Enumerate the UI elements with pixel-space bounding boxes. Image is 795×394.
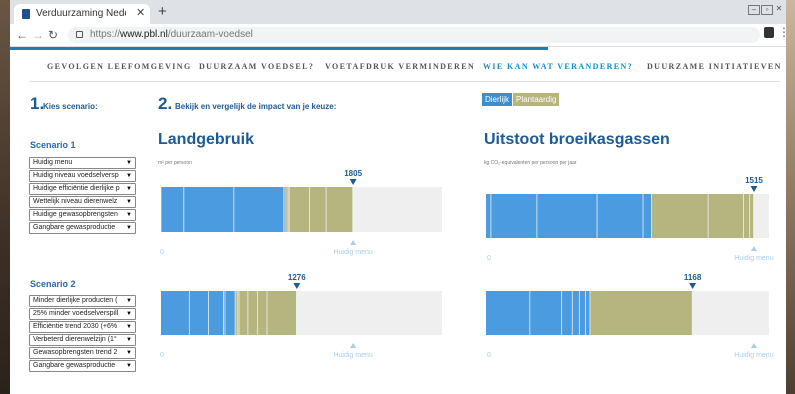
desktop-background-right	[786, 0, 795, 394]
bar-segment-plant	[708, 194, 744, 238]
browser-window: Verduurzaming Nederlands voed ✕ + – ▫ ✕ …	[10, 0, 786, 394]
bar-segment-animal	[223, 291, 225, 335]
bar-segment-animal	[486, 194, 491, 238]
axis-zero-label: 0	[487, 255, 491, 262]
bar-segment-animal	[491, 194, 537, 238]
total-marker	[349, 179, 357, 185]
close-window-icon[interactable]: ✕	[774, 5, 784, 13]
bar-segment-animal	[234, 187, 284, 232]
bar-segment-plant	[289, 187, 310, 232]
bar-segment-animal	[285, 187, 286, 232]
bar-segment-animal	[161, 187, 162, 232]
bar-segment-animal	[537, 194, 597, 238]
reference-label: Huidig menu	[734, 255, 773, 262]
bar-segment-animal	[225, 291, 235, 335]
browser-menu-icon[interactable]: ⋮	[778, 25, 786, 39]
bar-segment-animal	[184, 187, 234, 232]
reference-marker	[350, 240, 357, 245]
bar-segment-plant	[236, 291, 238, 335]
bar-segment-animal	[597, 194, 643, 238]
maximize-window-icon[interactable]: ▫	[761, 5, 773, 15]
reference-marker	[750, 343, 757, 348]
bar-segment-plant	[257, 291, 267, 335]
bar-segment-animal	[572, 291, 579, 335]
bar-segment-animal	[161, 291, 189, 335]
bar-segment-plant	[235, 291, 237, 335]
forward-icon[interactable]: →	[32, 28, 44, 42]
bar-segment-plant	[590, 291, 692, 335]
bar-segment-animal	[208, 291, 223, 335]
extension-icon[interactable]	[764, 27, 774, 38]
new-tab-icon[interactable]: +	[158, 4, 167, 20]
bar-segment-animal	[579, 291, 586, 335]
axis-zero-label: 0	[160, 249, 164, 256]
bar-segment-plant	[248, 291, 258, 335]
bar-segment-plant	[239, 291, 240, 335]
reference-marker	[750, 246, 757, 251]
bar-segment-plant	[286, 187, 287, 232]
bar-segment-plant	[287, 187, 289, 232]
tab-title: Verduurzaming Nederlands voed	[36, 8, 126, 19]
reload-icon[interactable]: ↻	[48, 28, 58, 42]
tab-strip: Verduurzaming Nederlands voed ✕ + – ▫ ✕	[10, 0, 786, 24]
bar-segment-plant	[750, 194, 754, 238]
bar-segment-plant	[286, 187, 288, 232]
url-field[interactable]: https://www.pbl.nl/duurzaam-voedsel	[68, 27, 760, 43]
axis-zero-label: 0	[487, 352, 491, 359]
total-value-label: 1805	[344, 169, 362, 178]
reference-label: Huidig menu	[333, 352, 372, 359]
total-marker	[689, 283, 697, 289]
bar-segment-plant	[326, 187, 353, 232]
desktop-background-left	[0, 0, 10, 394]
reference-label: Huidig menu	[734, 352, 773, 359]
bar-segment-animal	[585, 291, 590, 335]
bar-segment-plant	[239, 291, 248, 335]
bar-segment-animal	[530, 291, 562, 335]
url-text: https://www.pbl.nl/duurzaam-voedsel	[90, 29, 253, 40]
total-marker	[750, 186, 758, 192]
reference-label: Huidig menu	[333, 249, 372, 256]
bar-segment-plant	[651, 194, 708, 238]
address-bar: ← → ↻ https://www.pbl.nl/duurzaam-voedse…	[10, 24, 786, 47]
bar-segment-plant	[288, 187, 290, 232]
bar-segment-animal	[486, 291, 530, 335]
axis-zero-label: 0	[160, 352, 164, 359]
reference-marker	[350, 343, 357, 348]
page-content: GEVOLGEN LEEFOMGEVING DUURZAAM VOEDSEL? …	[10, 47, 786, 394]
browser-tab[interactable]: Verduurzaming Nederlands voed ✕	[14, 4, 150, 24]
impact-charts: 1805 Huidig menu 0 1276 Huidig menu 0 1515 Huid…	[160, 169, 774, 359]
total-value-label: 1276	[288, 273, 306, 282]
bar-segment-animal	[189, 291, 209, 335]
lock-icon	[76, 31, 83, 38]
total-value-label: 1515	[745, 176, 763, 185]
bar-segment-plant	[309, 187, 326, 232]
bar-segment-plant	[267, 291, 297, 335]
back-icon[interactable]: ←	[16, 28, 28, 42]
bar-segment-plant	[743, 194, 750, 238]
bar-segment-plant	[238, 291, 239, 335]
site-favicon-icon	[22, 9, 30, 19]
bar-segment-animal	[562, 291, 572, 335]
tab-close-icon[interactable]: ✕	[136, 6, 145, 19]
bar-segment-animal	[224, 291, 226, 335]
total-value-label: 1168	[684, 273, 702, 282]
total-marker	[293, 283, 301, 289]
bar-segment-animal	[284, 187, 285, 232]
minimize-window-icon[interactable]: –	[748, 5, 760, 15]
bar-segment-animal	[643, 194, 652, 238]
bar-segment-animal	[161, 187, 184, 232]
